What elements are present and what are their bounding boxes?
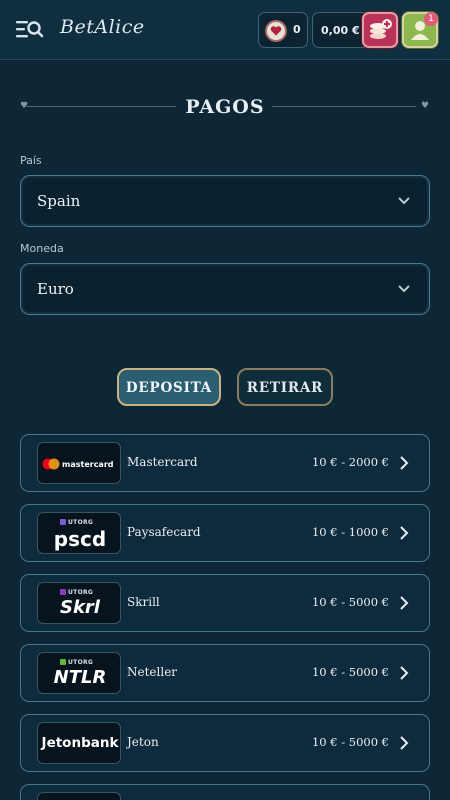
chevron-down-icon — [398, 285, 410, 293]
country-select[interactable]: Spain — [20, 175, 430, 227]
country-value: Spain — [37, 192, 81, 210]
heart-ornament-icon: ♥ — [421, 101, 430, 111]
logo-text: Jetonbank — [41, 735, 119, 751]
hearts-counter[interactable]: 0 — [258, 12, 308, 48]
coins-deposit-button[interactable] — [362, 12, 398, 48]
tab-deposit[interactable]: DEPOSITA — [117, 368, 221, 406]
method-logo — [37, 792, 121, 800]
chevron-right-icon — [400, 526, 409, 540]
payment-method-paysafecard[interactable]: UTORG pscd Paysafecard 10 € - 1000 € — [20, 504, 430, 562]
method-limits: 10 € - 2000 € — [311, 455, 389, 469]
method-limits: 10 € - 5000 € — [311, 665, 389, 679]
skrill-logo: UTORG Skrl — [37, 582, 121, 624]
svg-text:mastercard: mastercard — [62, 460, 114, 469]
payment-method-mastercard[interactable]: mastercard Mastercard 10 € - 2000 € — [20, 434, 430, 492]
utorg-badge: UTORG — [68, 519, 94, 526]
heart-icon — [265, 20, 287, 42]
payment-method-skrill[interactable]: UTORG Skrl Skrill 10 € - 5000 € — [20, 574, 430, 632]
method-limits: 10 € - 1000 € — [311, 525, 389, 539]
hearts-count: 0 — [293, 23, 301, 36]
paysafecard-logo: UTORG pscd — [37, 512, 121, 554]
chevron-right-icon — [400, 596, 409, 610]
method-name: Jeton — [127, 735, 159, 749]
logo-text: Skrl — [60, 597, 100, 618]
top-bar: BetAlice 0 0,00 € 1 — [0, 0, 450, 60]
balance-amount: 0,00 € — [321, 24, 360, 37]
payment-method-neteller[interactable]: UTORG NTLR Neteller 10 € - 5000 € — [20, 644, 430, 702]
method-name: Mastercard — [127, 455, 198, 469]
method-limits: 10 € - 5000 € — [311, 735, 389, 749]
divider-right — [272, 106, 416, 107]
chevron-right-icon — [400, 736, 409, 750]
method-limits: 10 € - 5000 € — [311, 595, 389, 609]
logo-text: NTLR — [53, 667, 107, 688]
logo-text: pscd — [53, 527, 107, 551]
chevron-right-icon — [400, 456, 409, 470]
tab-withdraw[interactable]: RETIRAR — [237, 368, 333, 406]
currency-select[interactable]: Euro — [20, 263, 430, 315]
utorg-badge: UTORG — [68, 589, 94, 596]
coins-plus-icon — [370, 19, 392, 39]
chevron-down-icon — [398, 197, 410, 205]
method-name: Paysafecard — [127, 525, 201, 539]
chevron-right-icon — [400, 666, 409, 680]
utorg-badge: UTORG — [68, 659, 94, 666]
neteller-logo: UTORG NTLR — [37, 652, 121, 694]
payment-method-jeton[interactable]: Jetonbank Jeton 10 € - 5000 € — [20, 714, 430, 772]
notification-badge: 1 — [424, 12, 438, 26]
method-name: Skrill — [127, 595, 160, 609]
method-name: Neteller — [127, 665, 178, 679]
jetonbank-logo: Jetonbank — [37, 722, 121, 764]
mastercard-logo: mastercard — [37, 442, 121, 484]
payment-method-partial[interactable] — [20, 784, 430, 800]
page-title: PAGOS — [185, 96, 265, 118]
country-label: País — [20, 154, 42, 167]
brand-logo[interactable]: BetAlice — [60, 16, 145, 38]
currency-label: Moneda — [20, 242, 64, 255]
menu-search-icon[interactable] — [16, 18, 44, 42]
currency-value: Euro — [37, 280, 74, 298]
